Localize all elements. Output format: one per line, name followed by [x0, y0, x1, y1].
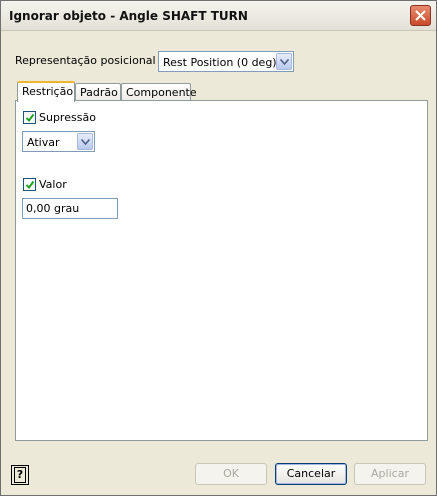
help-icon: ?	[14, 467, 26, 483]
positional-representation-value: Rest Position (0 deg)	[163, 56, 277, 69]
tab-componente[interactable]: Componente	[121, 83, 197, 101]
apply-button[interactable]: Aplicar	[354, 463, 426, 485]
help-button[interactable]: ?	[11, 465, 29, 485]
suppression-label: Supressão	[39, 111, 96, 124]
chevron-down-icon[interactable]	[276, 53, 292, 70]
checkmark-icon	[25, 180, 35, 190]
checkmark-icon	[25, 113, 35, 123]
suppression-checkbox-row[interactable]: Supressão	[23, 111, 103, 125]
value-checkbox-row[interactable]: Valor	[23, 178, 83, 192]
value-checkbox[interactable]	[23, 178, 36, 191]
tab-restricao[interactable]: Restrição	[17, 81, 75, 102]
suppression-select-value: Ativar	[27, 136, 60, 149]
tab-padrao[interactable]: Padrão	[75, 83, 121, 101]
value-label: Valor	[39, 178, 67, 191]
close-icon	[415, 10, 426, 21]
tab-panel-restricao: Supressão Ativar Valor	[15, 100, 428, 441]
chevron-down-icon[interactable]	[77, 133, 93, 150]
suppression-select[interactable]: Ativar	[22, 131, 95, 152]
positional-representation-select[interactable]: Rest Position (0 deg)	[158, 51, 294, 72]
dialog-window: Ignorar objeto - Angle SHAFT TURN Repres…	[0, 0, 437, 496]
suppression-checkbox[interactable]	[23, 111, 36, 124]
value-field[interactable]	[22, 198, 118, 219]
title-bar[interactable]: Ignorar objeto - Angle SHAFT TURN	[1, 1, 436, 31]
ok-button[interactable]: OK	[195, 463, 267, 485]
cancel-button[interactable]: Cancelar	[275, 463, 347, 485]
dialog-title: Ignorar objeto - Angle SHAFT TURN	[9, 9, 248, 23]
value-input[interactable]	[26, 202, 114, 215]
positional-representation-label: Representação posicional	[15, 54, 156, 67]
close-button[interactable]	[410, 5, 431, 26]
